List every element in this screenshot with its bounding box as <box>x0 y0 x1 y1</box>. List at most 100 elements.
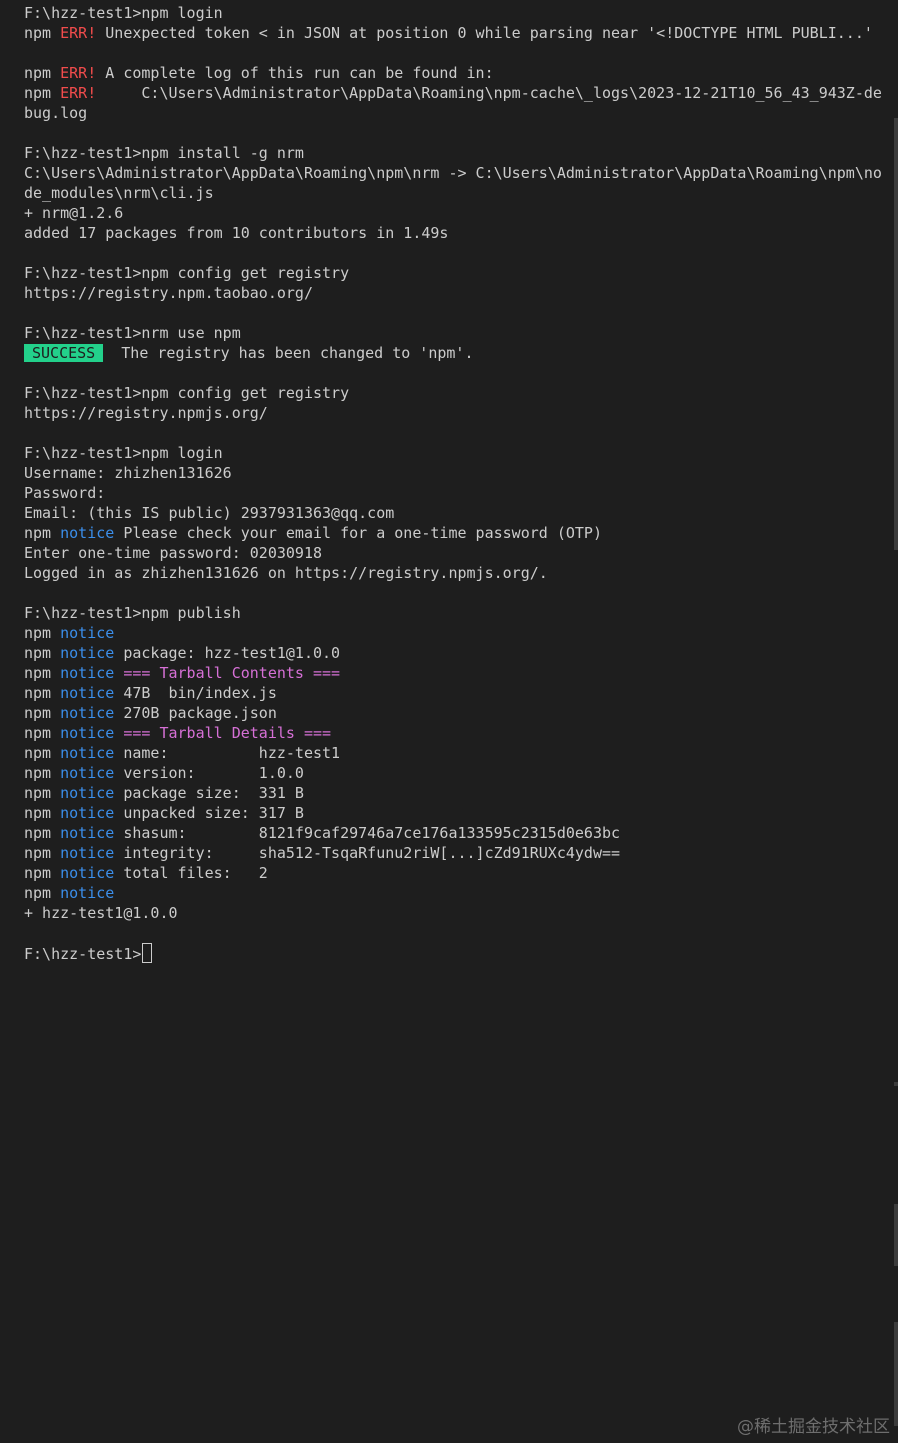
terminal-line: npm notice unpacked size: 317 B <box>24 803 886 823</box>
terminal-text: npm <box>24 84 61 102</box>
terminal-line: npm notice <box>24 623 886 643</box>
notice-label: notice <box>60 704 115 722</box>
terminal-line: Password: <box>24 483 886 503</box>
terminal-line: + hzz-test1@1.0.0 <box>24 903 886 923</box>
terminal-line: npm notice name: hzz-test1 <box>24 743 886 763</box>
terminal-text: added 17 packages from 10 contributors i… <box>24 224 449 242</box>
terminal-text: npm <box>24 864 61 882</box>
notice-label: notice <box>60 684 115 702</box>
notice-label: notice <box>60 744 115 762</box>
terminal-text: npm <box>24 684 61 702</box>
terminal-text: Please check your email for a one-time p… <box>114 524 602 542</box>
notice-label: notice <box>60 724 115 742</box>
terminal-line: F:\hzz-test1>npm config get registry <box>24 263 886 283</box>
terminal-line: added 17 packages from 10 contributors i… <box>24 223 886 243</box>
success-badge: SUCCESS <box>24 344 104 362</box>
terminal-text: package size: 331 B <box>114 784 304 802</box>
terminal-text: npm <box>24 704 61 722</box>
terminal-text: npm <box>24 644 61 662</box>
terminal-line: SUCCESS The registry has been changed to… <box>24 343 886 363</box>
terminal-text: integrity: sha512-TsqaRfunu2riW[...]cZd9… <box>114 844 621 862</box>
terminal-line: F:\hzz-test1>npm login <box>24 443 886 463</box>
terminal-text: npm <box>24 24 61 42</box>
terminal-line: Enter one-time password: 02030918 <box>24 543 886 563</box>
terminal-text: shasum: 8121f9caf29746a7ce176a133595c231… <box>114 824 621 842</box>
terminal-text: name: hzz-test1 <box>114 744 341 762</box>
terminal-text: npm <box>24 804 61 822</box>
terminal-text: npm <box>24 824 61 842</box>
watermark-text: @稀土掘金技术社区 <box>737 1417 890 1437</box>
terminal-text: npm <box>24 784 61 802</box>
terminal-line: npm notice integrity: sha512-TsqaRfunu2r… <box>24 843 886 863</box>
terminal-line: https://registry.npm.taobao.org/ <box>24 283 886 303</box>
text-cursor[interactable] <box>142 943 153 963</box>
terminal-line: npm notice shasum: 8121f9caf29746a7ce176… <box>24 823 886 843</box>
terminal-text: The registry has been changed to 'npm'. <box>103 344 474 362</box>
terminal-line: F:\hzz-test1>npm login <box>24 3 886 23</box>
terminal-text: npm <box>24 884 61 902</box>
terminal-line: Logged in as zhizhen131626 on https://re… <box>24 563 886 583</box>
terminal-text: 47B bin/index.js <box>114 684 277 702</box>
terminal-text: F:\hzz-test1>npm install -g nrm <box>24 144 304 162</box>
terminal-output[interactable]: F:\hzz-test1>npm login npm ERR! Unexpecte… <box>24 3 886 963</box>
terminal-text: npm <box>24 524 61 542</box>
terminal-text: Enter one-time password: 02030918 <box>24 544 323 562</box>
terminal-text: Email: (this IS public) 2937931363@qq.co… <box>24 504 395 522</box>
terminal-text: F:\hzz-test1> <box>24 945 142 963</box>
terminal-text: F:\hzz-test1>npm publish <box>24 604 241 622</box>
terminal-text: Unexpected token < in JSON at position 0… <box>96 24 873 42</box>
section-header: === Tarball Details === <box>114 724 332 742</box>
terminal-line: npm notice === Tarball Contents === <box>24 663 886 683</box>
terminal-line: npm notice total files: 2 <box>24 863 886 883</box>
terminal-line: npm notice Please check your email for a… <box>24 523 886 543</box>
terminal-text: Logged in as zhizhen131626 on https://re… <box>24 564 548 582</box>
terminal-text: version: 1.0.0 <box>114 764 304 782</box>
terminal-line: F:\hzz-test1>npm publish <box>24 603 886 623</box>
terminal-text: 270B package.json <box>114 704 277 722</box>
terminal-window[interactable]: F:\hzz-test1>npm login npm ERR! Unexpecte… <box>0 0 898 1443</box>
terminal-text: npm <box>24 624 61 642</box>
terminal-line: F:\hzz-test1>npm install -g nrm <box>24 143 886 163</box>
terminal-line: npm notice 270B package.json <box>24 703 886 723</box>
terminal-text: bug.log <box>24 104 88 122</box>
terminal-text: npm <box>24 744 61 762</box>
terminal-line: npm ERR! A complete log of this run can … <box>24 63 886 83</box>
terminal-line: F:\hzz-test1> <box>24 943 886 963</box>
scrollbar-marker[interactable] <box>894 1322 898 1426</box>
scrollbar-marker[interactable] <box>894 1082 898 1086</box>
terminal-text: F:\hzz-test1>npm login <box>24 4 223 22</box>
terminal-text: https://registry.npm.taobao.org/ <box>24 284 313 302</box>
terminal-line: + nrm@1.2.6 <box>24 203 886 223</box>
terminal-text: npm <box>24 844 61 862</box>
error-label: ERR! <box>60 64 97 82</box>
scrollbar-marker[interactable] <box>894 1204 898 1266</box>
terminal-line: C:\Users\Administrator\AppData\Roaming\n… <box>24 163 886 183</box>
terminal-line: npm ERR! Unexpected token < in JSON at p… <box>24 23 886 43</box>
terminal-text: Password: <box>24 484 106 502</box>
scrollbar-marker[interactable] <box>894 118 898 550</box>
terminal-text: npm <box>24 64 61 82</box>
terminal-text: npm <box>24 724 61 742</box>
terminal-line: bug.log <box>24 103 886 123</box>
terminal-line: npm notice package: hzz-test1@1.0.0 <box>24 643 886 663</box>
notice-label: notice <box>60 664 115 682</box>
terminal-line: npm ERR! C:\Users\Administrator\AppData\… <box>24 83 886 103</box>
terminal-line: npm notice 47B bin/index.js <box>24 683 886 703</box>
notice-label: notice <box>60 824 115 842</box>
notice-label: notice <box>60 844 115 862</box>
terminal-text: + nrm@1.2.6 <box>24 204 124 222</box>
terminal-text: C:\Users\Administrator\AppData\Roaming\n… <box>96 84 882 102</box>
terminal-line: npm notice <box>24 883 886 903</box>
notice-label: notice <box>60 864 115 882</box>
terminal-line: npm notice version: 1.0.0 <box>24 763 886 783</box>
terminal-text: npm <box>24 764 61 782</box>
terminal-line: Email: (this IS public) 2937931363@qq.co… <box>24 503 886 523</box>
terminal-text: total files: 2 <box>114 864 268 882</box>
terminal-text: Username: zhizhen131626 <box>24 464 232 482</box>
